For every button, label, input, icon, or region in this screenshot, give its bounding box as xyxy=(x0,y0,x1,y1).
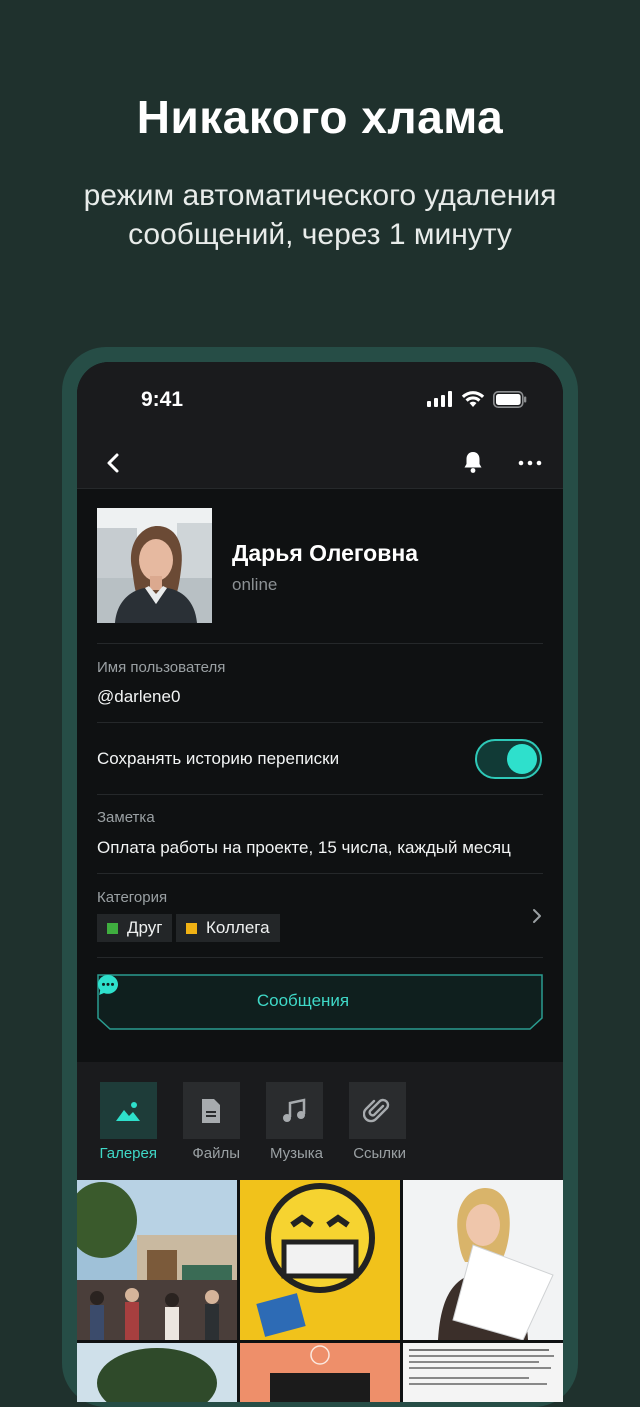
gallery-photo[interactable] xyxy=(77,1343,237,1402)
tab-links-label: Ссылки xyxy=(353,1145,406,1162)
paperclip-icon xyxy=(363,1098,390,1122)
file-icon xyxy=(202,1098,220,1123)
category-color-swatch xyxy=(107,922,118,934)
tab-files-label: Файлы xyxy=(192,1145,240,1162)
promo-headline: Никакого хлама xyxy=(136,91,504,143)
category-color-swatch xyxy=(186,922,197,934)
tab-gallery-label: Галерея xyxy=(99,1145,157,1162)
phone-screen: 9:41 Дарья Олеговна online Имя пользоват… xyxy=(77,362,563,1402)
chevron-left-icon[interactable] xyxy=(99,448,129,478)
more-horizontal-icon[interactable] xyxy=(515,448,545,478)
toggle-knob xyxy=(507,744,537,774)
username-value[interactable]: @darlene0 xyxy=(97,687,180,707)
gallery-photo[interactable] xyxy=(403,1343,563,1402)
contact-name: Дарья Олеговна xyxy=(232,540,419,566)
image-icon xyxy=(116,1101,140,1121)
avatar[interactable] xyxy=(97,508,212,623)
messages-button[interactable]: Сообщения xyxy=(97,974,543,1030)
messages-button-label: Сообщения xyxy=(256,991,350,1010)
status-bar: 9:41 xyxy=(77,362,563,438)
cellular-signal-icon xyxy=(427,391,452,407)
media-tabs: Галерея Файлы Музыка Ссылки xyxy=(77,1062,563,1180)
gallery-photo[interactable] xyxy=(240,1343,400,1402)
tab-links[interactable]: Ссылки xyxy=(348,1082,406,1163)
chevron-right-icon[interactable] xyxy=(529,906,545,926)
history-toggle-label: Сохранять историю переписки xyxy=(97,749,340,768)
bell-icon[interactable] xyxy=(459,448,487,476)
tab-gallery[interactable]: Галерея xyxy=(99,1082,157,1163)
divider xyxy=(97,794,543,795)
tab-music-label: Музыка xyxy=(269,1145,323,1162)
tab-music[interactable]: Музыка xyxy=(265,1082,323,1163)
music-icon xyxy=(283,1097,306,1122)
promo-subline: режим автоматического удаления сообщений… xyxy=(83,179,557,251)
category-chip-label: Коллега xyxy=(206,918,270,937)
username-label: Имя пользователя xyxy=(97,659,226,676)
gallery-photo[interactable] xyxy=(240,1180,400,1340)
contact-status: online xyxy=(232,575,278,594)
top-navigation xyxy=(77,438,563,489)
divider xyxy=(97,957,543,958)
tab-files[interactable]: Файлы xyxy=(182,1082,240,1163)
gallery-photo[interactable] xyxy=(403,1180,563,1340)
battery-icon xyxy=(493,390,527,408)
category-chip-label: Друг xyxy=(127,918,163,937)
category-chip-colleague[interactable]: Коллега xyxy=(176,914,280,942)
chat-bubble-icon xyxy=(98,975,118,995)
history-toggle[interactable] xyxy=(475,739,542,779)
note-value[interactable]: Оплата работы на проекте, 15 числа, кажд… xyxy=(97,838,511,858)
divider xyxy=(97,722,543,723)
status-time: 9:41 xyxy=(141,388,184,411)
gallery-photo[interactable] xyxy=(77,1180,237,1340)
category-chip-friend[interactable]: Друг xyxy=(97,914,173,942)
wifi-icon xyxy=(461,391,485,407)
divider xyxy=(97,873,543,874)
category-label: Категория xyxy=(97,889,168,906)
note-label: Заметка xyxy=(97,809,155,826)
divider xyxy=(97,643,543,644)
